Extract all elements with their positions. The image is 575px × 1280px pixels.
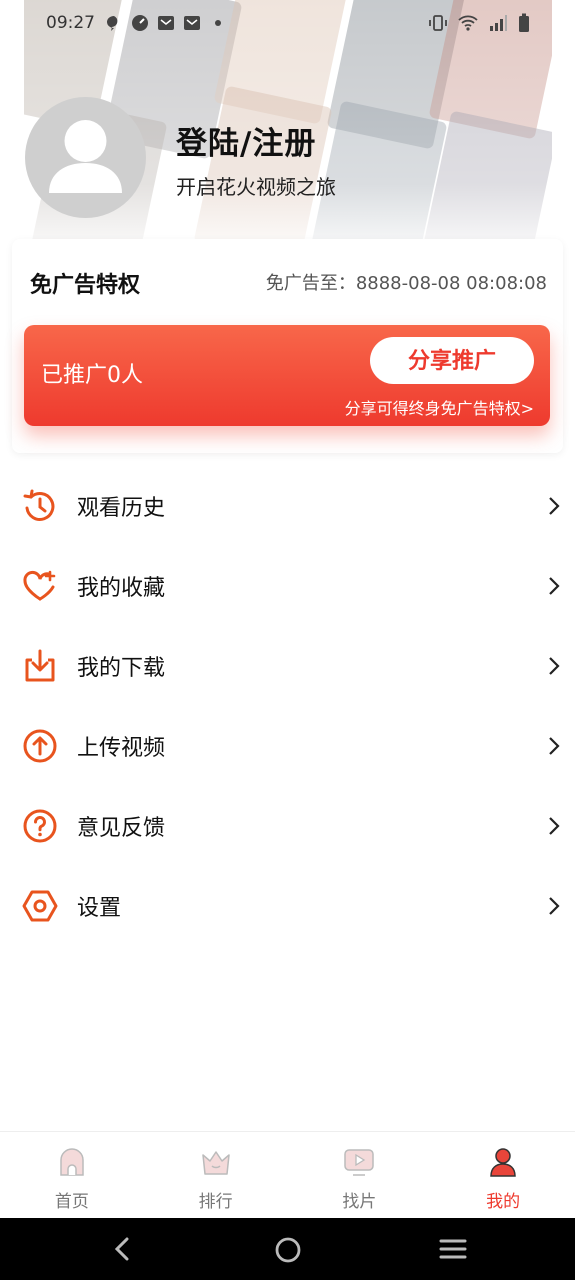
download-icon <box>25 649 55 682</box>
chevron-right-icon <box>549 577 560 595</box>
settings-hex-icon <box>22 890 58 922</box>
dot-notification-icon <box>215 20 221 26</box>
status-bar: 09:27 <box>24 0 552 46</box>
profile-subtitle: 开启花火视频之旅 <box>176 175 336 199</box>
menu-item-history[interactable]: 观看历史 <box>0 466 575 546</box>
menu-list: 观看历史 我的收藏 我的下载 上传视频 意见反馈 设置 <box>0 466 575 946</box>
menu-item-settings[interactable]: 设置 <box>0 866 575 946</box>
chevron-right-icon <box>549 737 560 755</box>
chevron-right-icon <box>549 657 560 675</box>
chevron-right-icon <box>549 817 560 835</box>
tab-label-ranking: 排行 <box>198 1192 233 1212</box>
promotion-banner: 已推广0人 分享推广 分享可得终身免广告特权> <box>24 325 550 426</box>
tab-discover[interactable]: 找片 <box>288 1132 432 1218</box>
question-icon <box>23 809 57 843</box>
battery-icon <box>519 13 529 32</box>
menu-item-feedback[interactable]: 意见反馈 <box>0 786 575 866</box>
tab-mine[interactable]: 我的 <box>431 1132 575 1218</box>
recent-apps-icon[interactable] <box>439 1236 467 1262</box>
crown-icon <box>201 1151 230 1175</box>
menu-item-upload[interactable]: 上传视频 <box>0 706 575 786</box>
status-time: 09:27 <box>46 13 95 33</box>
menu-label-history: 观看历史 <box>77 496 166 521</box>
system-navigation-bar <box>0 1218 575 1280</box>
avatar[interactable] <box>25 97 146 218</box>
share-promote-button[interactable]: 分享推广 <box>370 337 534 384</box>
menu-item-favorites[interactable]: 我的收藏 <box>0 546 575 626</box>
default-user-icon <box>49 120 122 193</box>
user-icon <box>490 1148 516 1177</box>
chevron-right-icon <box>549 497 560 515</box>
menu-label-settings: 设置 <box>77 896 122 921</box>
menu-label-upload: 上传视频 <box>77 736 166 761</box>
favorite-heart-icon <box>23 570 56 601</box>
menu-label-favorites: 我的收藏 <box>77 576 166 601</box>
tab-label-home: 首页 <box>54 1192 89 1212</box>
home-icon <box>60 1148 84 1176</box>
video-play-icon <box>344 1149 375 1176</box>
mail-notification-icon <box>158 16 174 30</box>
ad-free-expiry-value: 8888-08-08 08:08:08 <box>355 273 547 294</box>
ad-free-expiry: 免广告至：8888-08-08 08:08:08 <box>266 269 547 295</box>
vibrate-icon <box>429 15 447 31</box>
tab-label-mine: 我的 <box>486 1192 521 1212</box>
signal-icon <box>490 15 507 31</box>
home-circle-icon[interactable] <box>274 1236 302 1264</box>
bottom-tab-bar: 首页 排行 找片 我的 <box>0 1131 575 1218</box>
menu-label-downloads: 我的下载 <box>77 656 166 681</box>
promoted-count: 已推广0人 <box>41 363 143 388</box>
mail-notification-icon <box>184 16 200 30</box>
chevron-right-icon <box>549 897 560 915</box>
tab-ranking[interactable]: 排行 <box>144 1132 288 1218</box>
speed-notification-icon <box>132 15 148 31</box>
menu-item-downloads[interactable]: 我的下载 <box>0 626 575 706</box>
ad-free-card: 免广告特权 免广告至：8888-08-08 08:08:08 已推广0人 分享推… <box>12 239 563 453</box>
tab-label-discover: 找片 <box>342 1192 377 1212</box>
chat-notification-icon <box>107 16 118 31</box>
ad-free-expiry-label: 免广告至： <box>265 273 356 294</box>
login-register-link[interactable]: 登陆/注册 <box>176 118 316 163</box>
history-icon <box>23 489 55 521</box>
share-hint-link[interactable]: 分享可得终身免广告特权> <box>345 395 534 419</box>
ad-free-title: 免广告特权 <box>30 273 141 298</box>
menu-label-feedback: 意见反馈 <box>77 816 166 841</box>
back-icon[interactable] <box>110 1236 134 1262</box>
tab-home[interactable]: 首页 <box>0 1132 144 1218</box>
wifi-icon <box>458 15 478 31</box>
upload-icon <box>23 729 57 763</box>
